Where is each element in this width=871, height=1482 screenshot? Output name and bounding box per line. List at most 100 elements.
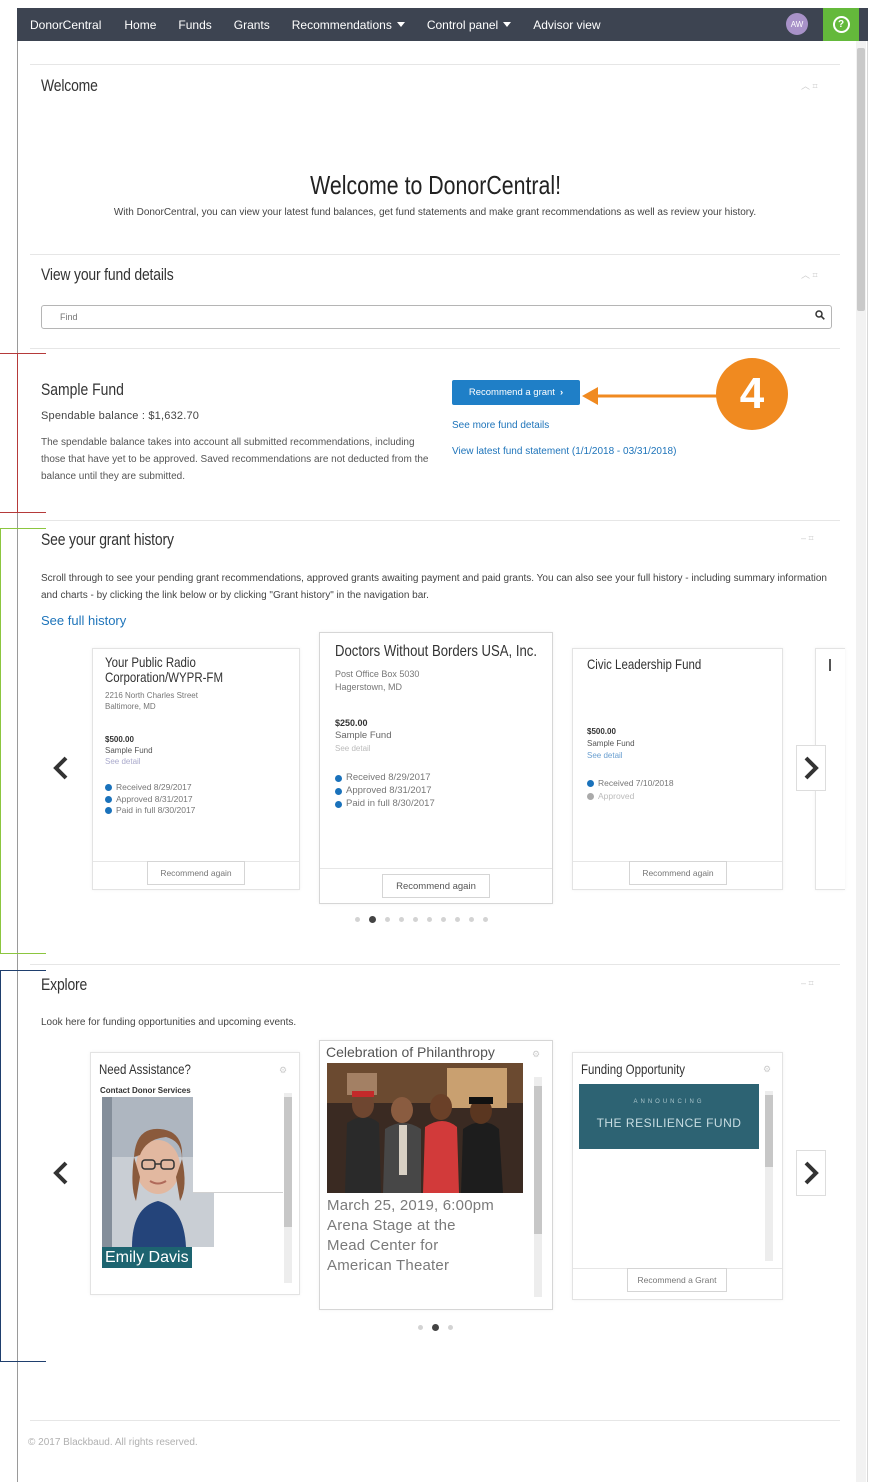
status-paid: Paid in full 8/30/2017 xyxy=(335,799,435,809)
top-navbar: DonorCentral Home Funds Grants Recommend… xyxy=(17,8,868,41)
address-line: Baltimore, MD xyxy=(105,702,156,711)
nav-grants[interactable]: Grants xyxy=(223,18,281,32)
grant-card[interactable]: Civic Leadership Fund $500.00 Sample Fun… xyxy=(572,648,783,890)
gear-icon[interactable]: ⚙ xyxy=(532,1049,540,1060)
grant-card[interactable]: Doctors Without Borders USA, Inc. Post O… xyxy=(319,632,553,904)
image-mask xyxy=(193,1097,283,1193)
see-detail-link[interactable]: See detail xyxy=(105,756,141,767)
recommend-grant-button[interactable]: Recommend a grant › xyxy=(452,380,580,405)
fund-statement-link[interactable]: View latest fund statement (1/1/2018 - 0… xyxy=(452,446,676,457)
event-photo xyxy=(327,1063,523,1193)
carousel-prev-button[interactable] xyxy=(46,745,76,791)
nav-control-panel[interactable]: Control panel xyxy=(416,18,522,32)
grant-carousel-pager[interactable] xyxy=(355,916,488,923)
grant-card-title: Doctors Without Borders USA, Inc. xyxy=(335,643,537,660)
page-scrollbar-thumb[interactable] xyxy=(857,48,865,311)
event-caption: March 25, 2019, 6:00pm Arena Stage at th… xyxy=(327,1196,494,1276)
chevron-right-icon xyxy=(804,756,819,780)
pager-dot[interactable] xyxy=(369,916,376,923)
nav-advisor-view[interactable]: Advisor view xyxy=(522,18,611,32)
see-more-fund-details-link[interactable]: See more fund details xyxy=(452,420,549,431)
see-full-history-link[interactable]: See full history xyxy=(41,613,126,628)
pager-dot[interactable] xyxy=(413,917,418,922)
card-scrollbar-thumb[interactable] xyxy=(534,1086,542,1234)
fund-search-input[interactable] xyxy=(42,306,802,328)
fund-search-field[interactable] xyxy=(41,305,832,329)
footer-copyright: © 2017 Blackbaud. All rights reserved. xyxy=(28,1437,198,1448)
carousel-next-button[interactable] xyxy=(796,745,826,791)
gear-icon[interactable]: ⚙ xyxy=(763,1064,771,1075)
nav-funds[interactable]: Funds xyxy=(167,18,222,32)
explore-description: Look here for funding opportunities and … xyxy=(41,1017,297,1028)
pager-dot[interactable] xyxy=(455,917,460,922)
grant-amount: $250.00 xyxy=(335,718,368,728)
status-received: Received 7/10/2018 xyxy=(587,778,674,788)
chevron-left-icon xyxy=(53,756,68,780)
collapse-icon[interactable]: – ⌗ xyxy=(801,978,814,989)
pager-dot[interactable] xyxy=(432,1324,439,1331)
see-detail-link[interactable]: See detail xyxy=(335,743,371,754)
divider xyxy=(30,348,840,349)
explore-card-title: Need Assistance? xyxy=(99,1061,191,1077)
explore-section-title: Explore xyxy=(41,975,88,994)
spendable-balance: Spendable balance : $1,632.70 xyxy=(41,410,200,422)
callout-arrow-icon xyxy=(582,387,718,405)
recommend-grant-card-button[interactable]: Recommend a Grant xyxy=(627,1268,727,1292)
callout-number-badge: 4 xyxy=(716,358,788,430)
explore-card-event[interactable]: Celebration of Philanthropy ⚙ March 25, … xyxy=(319,1040,553,1310)
annotation-bracket-navy-edge xyxy=(0,970,1,1362)
recommend-again-button[interactable]: Recommend again xyxy=(629,861,727,885)
pager-dot[interactable] xyxy=(385,917,390,922)
explore-carousel-pager[interactable] xyxy=(418,1324,453,1331)
nav-home[interactable]: Home xyxy=(113,18,167,32)
help-icon: ? xyxy=(832,16,850,33)
see-detail-link[interactable]: See detail xyxy=(587,750,623,761)
divider xyxy=(30,64,840,65)
explore-next-button[interactable] xyxy=(796,1150,826,1196)
collapse-icon[interactable]: ︿ ⌗ xyxy=(801,79,818,92)
grant-card-address: Post Office Box 5030 Hagerstown, MD xyxy=(335,668,419,694)
status-text: Received 8/29/2017 xyxy=(116,782,192,792)
event-title: Celebration of Philanthropy xyxy=(326,1044,495,1060)
grant-fund: Sample Fund xyxy=(105,746,153,755)
annotation-bracket-navy-bottom xyxy=(0,1361,46,1362)
help-button[interactable]: ? xyxy=(823,8,859,41)
grant-fund: Sample Fund xyxy=(335,730,392,741)
user-avatar[interactable]: AW xyxy=(786,13,808,35)
gear-icon[interactable]: ⚙ xyxy=(279,1065,287,1076)
collapse-icon[interactable]: ︿ ⌗ xyxy=(801,268,818,281)
collapse-icon[interactable]: – ⌗ xyxy=(801,533,814,544)
pending-circle-icon xyxy=(587,792,594,800)
pager-dot[interactable] xyxy=(418,1325,423,1330)
caption-line: Mead Center for xyxy=(327,1237,439,1254)
nav-recommendations[interactable]: Recommendations xyxy=(281,18,416,32)
brand-link[interactable]: DonorCentral xyxy=(17,18,113,32)
recommend-again-button[interactable]: Recommend again xyxy=(147,861,245,885)
chevron-down-icon xyxy=(396,21,405,27)
status-text: Approved 8/31/2017 xyxy=(116,794,193,804)
grant-card-title: Your Public Radio Corporation/WYPR-FM xyxy=(105,655,223,685)
card-scrollbar-thumb[interactable] xyxy=(765,1095,773,1167)
title-line: Corporation/WYPR-FM xyxy=(105,669,224,685)
status-paid: Paid in full 8/30/2017 xyxy=(105,805,195,815)
pager-dot[interactable] xyxy=(441,917,446,922)
search-icon[interactable] xyxy=(815,310,825,320)
check-circle-icon xyxy=(105,806,112,814)
address-line: Hagerstown, MD xyxy=(335,682,403,692)
pager-dot[interactable] xyxy=(469,917,474,922)
pager-dot[interactable] xyxy=(355,917,360,922)
caption-line: American Theater xyxy=(327,1257,450,1274)
card-scrollbar-thumb[interactable] xyxy=(284,1097,292,1227)
check-circle-icon xyxy=(335,800,342,808)
explore-card-funding[interactable]: Funding Opportunity ⚙ ANNOUNCING THE RES… xyxy=(572,1052,783,1300)
pager-dot[interactable] xyxy=(399,917,404,922)
grant-card[interactable]: Your Public Radio Corporation/WYPR-FM 221… xyxy=(92,648,300,890)
pager-dot[interactable] xyxy=(483,917,488,922)
status-text: Paid in full 8/30/2017 xyxy=(346,798,435,809)
explore-prev-button[interactable] xyxy=(46,1150,76,1196)
pager-dot[interactable] xyxy=(427,917,432,922)
annotation-bracket-green-edge xyxy=(0,528,1,954)
bracket-spacer xyxy=(0,353,1,513)
recommend-again-button[interactable]: Recommend again xyxy=(382,874,490,898)
pager-dot[interactable] xyxy=(448,1325,453,1330)
